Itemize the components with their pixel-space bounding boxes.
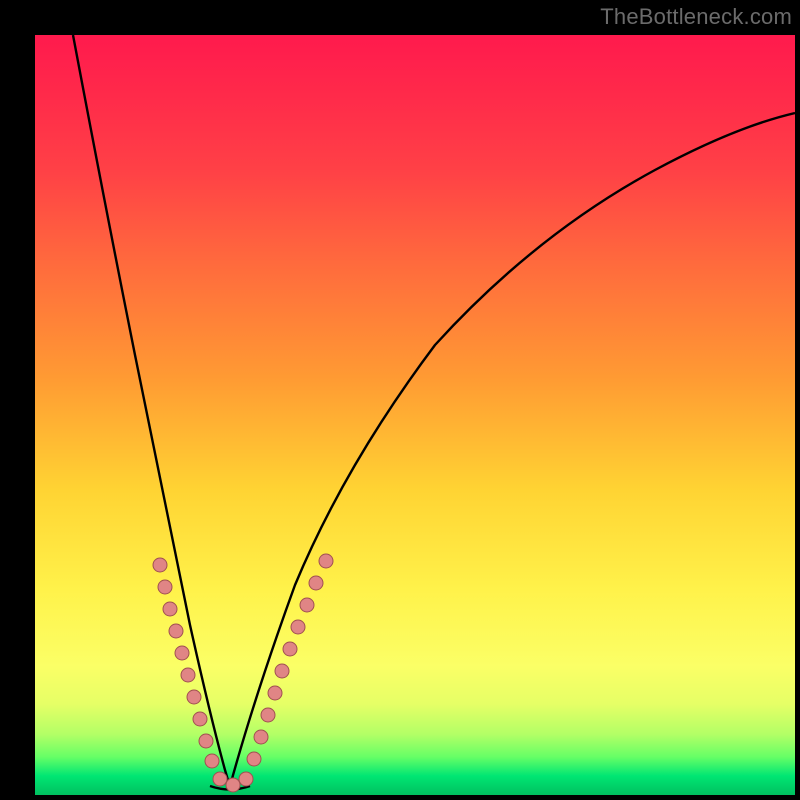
marker-group bbox=[153, 554, 333, 792]
marker-dot bbox=[169, 624, 183, 638]
chart-frame: TheBottleneck.com bbox=[0, 0, 800, 800]
marker-dot bbox=[309, 576, 323, 590]
marker-dot bbox=[319, 554, 333, 568]
marker-dot bbox=[268, 686, 282, 700]
marker-dot bbox=[187, 690, 201, 704]
marker-dot bbox=[158, 580, 172, 594]
plot-area bbox=[35, 35, 795, 795]
marker-dot bbox=[163, 602, 177, 616]
marker-dot bbox=[275, 664, 289, 678]
marker-dot bbox=[247, 752, 261, 766]
marker-dot bbox=[193, 712, 207, 726]
marker-dot bbox=[261, 708, 275, 722]
curve-right-branch bbox=[230, 113, 795, 786]
watermark-text: TheBottleneck.com bbox=[600, 4, 792, 30]
marker-dot bbox=[300, 598, 314, 612]
marker-dot bbox=[239, 772, 253, 786]
marker-dot bbox=[199, 734, 213, 748]
marker-dot bbox=[175, 646, 189, 660]
marker-dot bbox=[205, 754, 219, 768]
marker-dot bbox=[153, 558, 167, 572]
marker-dot bbox=[213, 772, 227, 786]
curve-left-branch bbox=[73, 35, 230, 787]
marker-dot bbox=[254, 730, 268, 744]
marker-dot bbox=[181, 668, 195, 682]
marker-dot bbox=[226, 778, 240, 792]
marker-dot bbox=[291, 620, 305, 634]
bottleneck-curve-layer bbox=[35, 35, 795, 795]
marker-dot bbox=[283, 642, 297, 656]
